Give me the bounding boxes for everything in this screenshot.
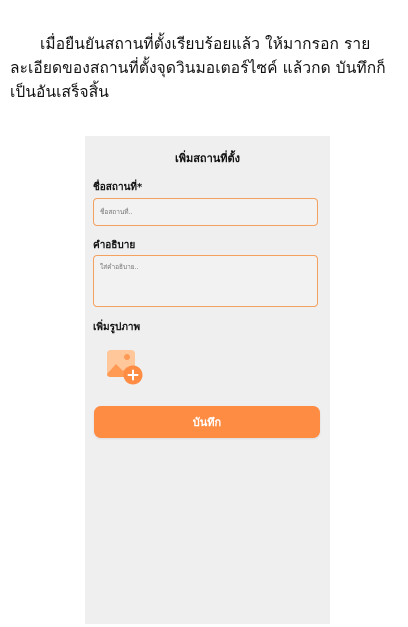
add-location-screen: เพิ่มสถานที่ตั้ง ชื่อสถานที่* คำอธิบาย เ… xyxy=(85,136,330,624)
name-field-label: ชื่อสถานที่* xyxy=(93,182,143,193)
add-image-icon xyxy=(107,350,143,385)
screen-title: เพิ่มสถานที่ตั้ง xyxy=(174,152,241,165)
description-field-label: คำอธิบาย xyxy=(93,240,136,251)
location-name-input[interactable] xyxy=(93,198,318,226)
description-input[interactable] xyxy=(93,255,318,307)
photo-field-label: เพิ่มรูปภาพ xyxy=(93,322,141,333)
save-button[interactable]: บันทึก xyxy=(94,406,320,438)
add-image-button[interactable] xyxy=(103,349,145,387)
instruction-text: เมื่อยืนยันสถานที่ตั้งเรียบร้อยแล้ว ให้ม… xyxy=(10,35,386,101)
